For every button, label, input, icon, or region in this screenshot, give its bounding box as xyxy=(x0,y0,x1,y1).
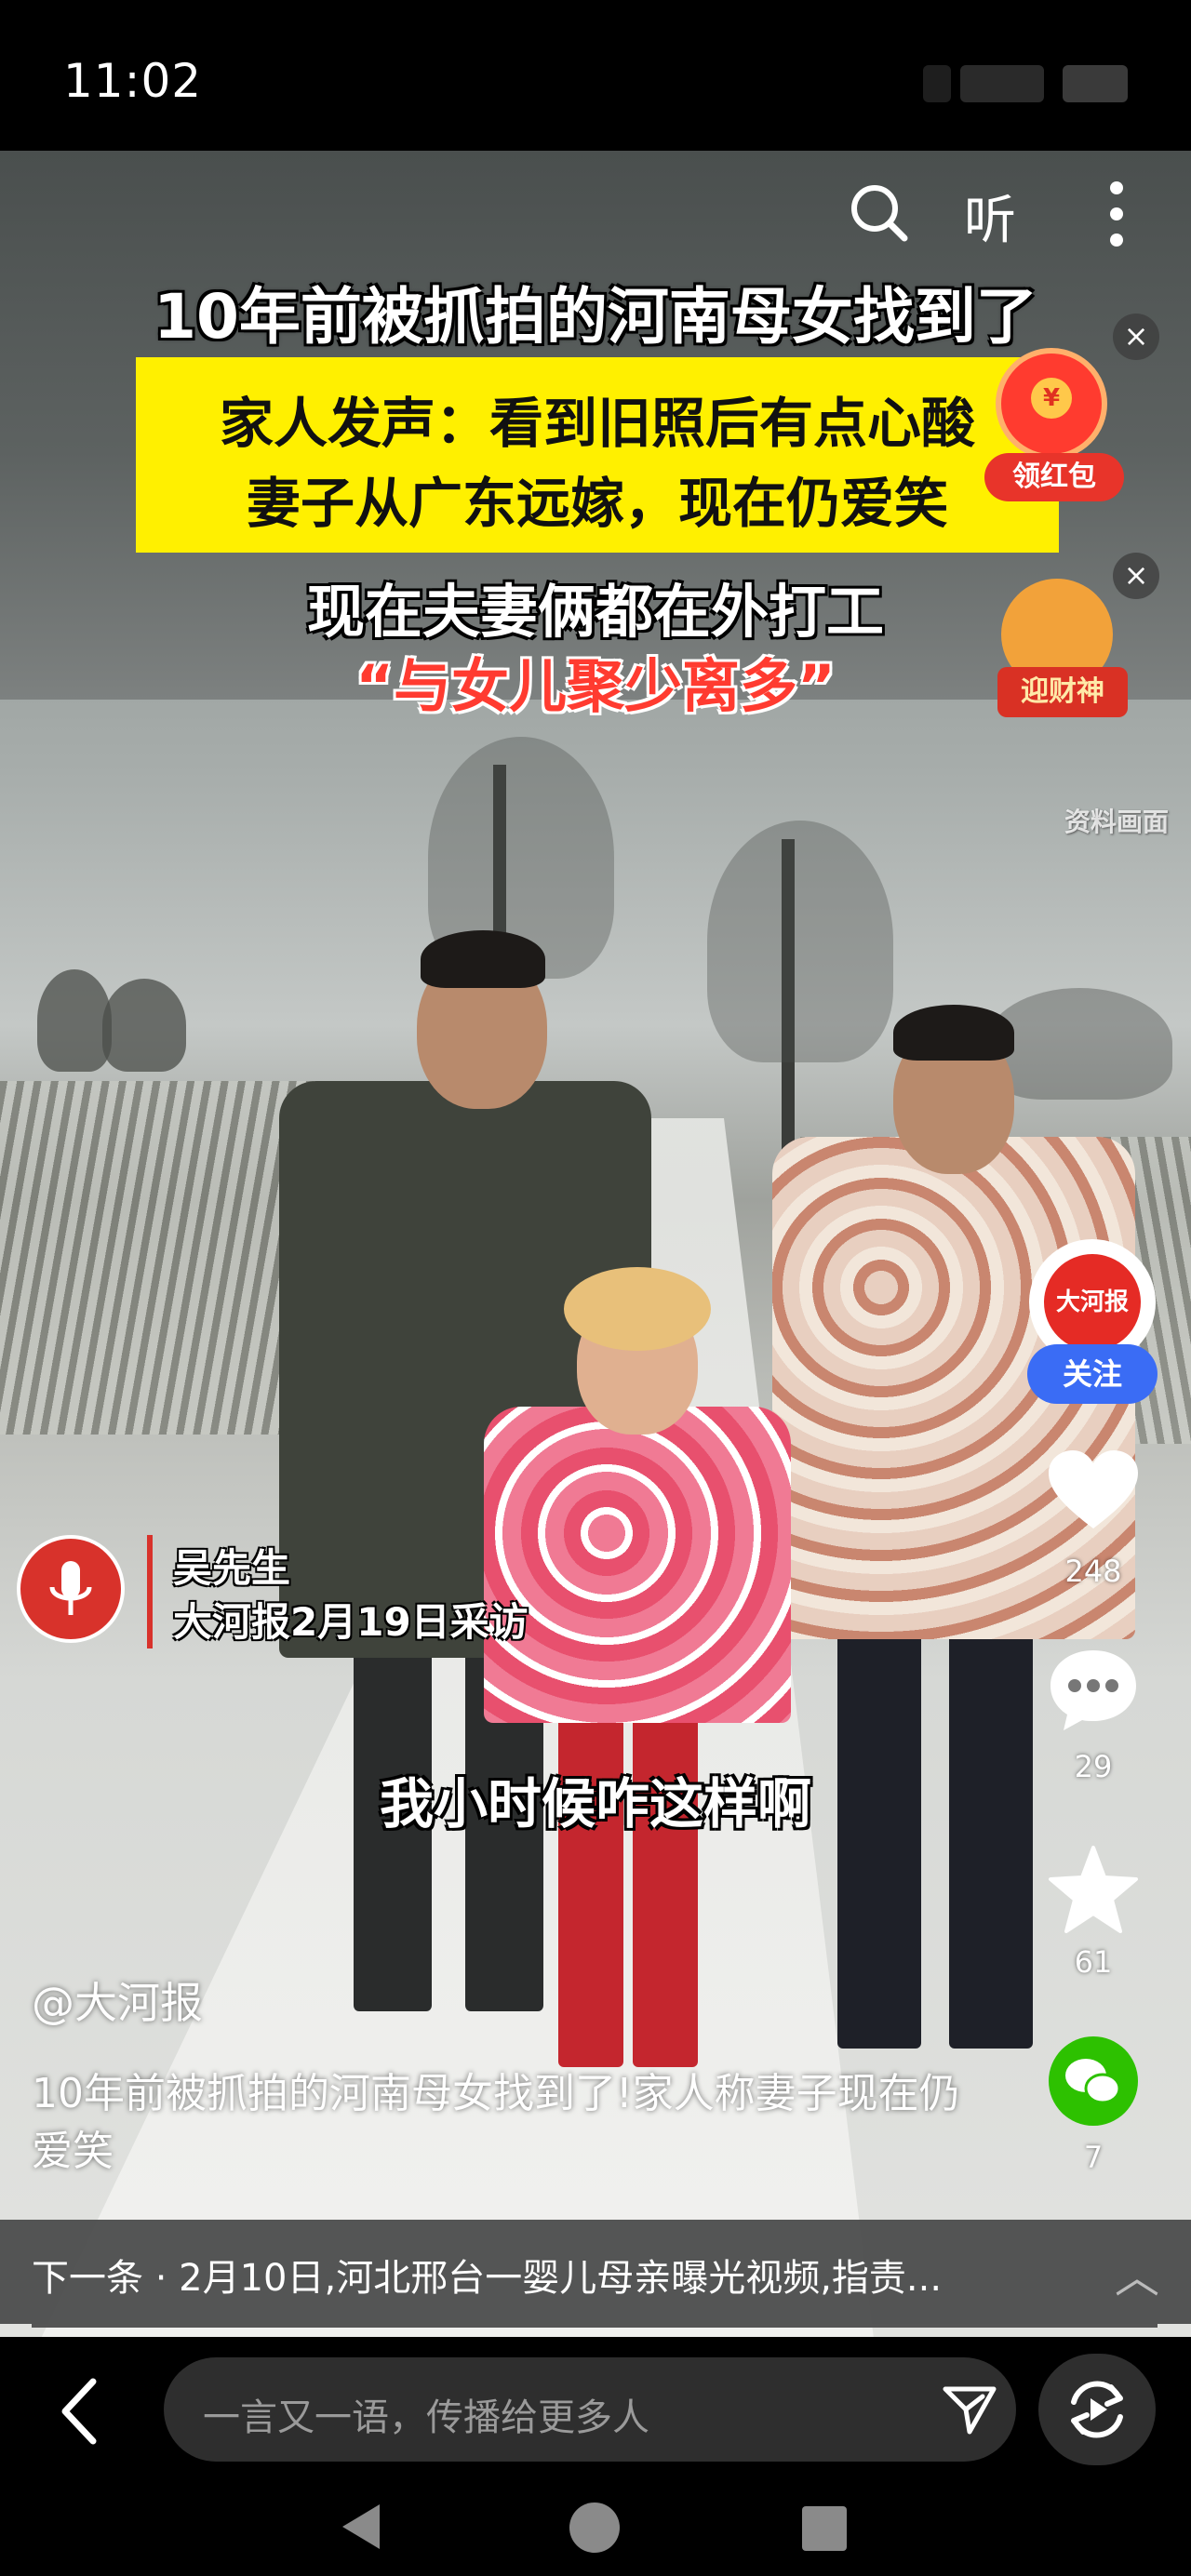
signal-icon xyxy=(923,65,951,102)
share-icon xyxy=(1071,2381,1123,2438)
nav-home-icon[interactable] xyxy=(569,2503,620,2553)
video-progress-bar[interactable] xyxy=(32,2324,1158,2328)
label-divider xyxy=(147,1535,153,1648)
comment-input[interactable]: 一言又一语，传播给更多人 xyxy=(164,2357,1016,2462)
watermark: 资料画面 xyxy=(1064,807,1169,837)
favorite-count: 61 xyxy=(1074,1944,1113,1980)
author-handle[interactable]: @大河报 xyxy=(32,1969,203,2031)
wechat-share-button[interactable] xyxy=(1042,2035,1144,2131)
battery-icon xyxy=(1063,65,1128,102)
share-button[interactable] xyxy=(1038,2354,1156,2465)
tree xyxy=(707,821,893,1062)
search-icon xyxy=(851,185,908,242)
nav-back-icon[interactable] xyxy=(342,2504,380,2549)
close-icon[interactable]: × xyxy=(1113,314,1159,360)
clock: 11:02 xyxy=(63,54,203,108)
system-icons xyxy=(923,65,1137,102)
wechat-icon xyxy=(1049,2036,1138,2126)
yellow-box-line-2: 妻子从广东远嫁，现在仍爱笑 xyxy=(246,472,948,535)
star-icon xyxy=(1049,1846,1138,1933)
yellow-box-line-1: 家人发声：看到旧照后有点心酸 xyxy=(219,392,975,455)
caishen-button[interactable]: 迎财神 xyxy=(997,667,1128,717)
next-video-title[interactable]: 下一条 · 2月10日,河北邢台一婴儿母亲曝光视频,指责... xyxy=(32,2248,942,2302)
video-subtitle: 我小时候咋这样啊 xyxy=(379,1772,811,1835)
avatar-logo: 大河报 xyxy=(1044,1254,1141,1351)
back-button[interactable] xyxy=(52,2374,108,2449)
favorite-button[interactable] xyxy=(1042,1844,1144,1937)
interview-source: 大河报2月19日采访 xyxy=(173,1599,529,1645)
red-packet-button[interactable]: 领红包 xyxy=(984,453,1124,501)
red-packet-icon[interactable]: ¥ xyxy=(996,348,1107,460)
share-count: 7 xyxy=(1083,2140,1104,2175)
follow-button[interactable]: 关注 xyxy=(1027,1344,1158,1404)
video-player[interactable]: 听 10年前被抓拍的河南母女找到了 家人发声：看到旧照后有点心酸 妻子从广东远嫁… xyxy=(0,151,1191,2337)
comment-button[interactable] xyxy=(1042,1647,1144,1736)
interviewee-name: 吴先生 xyxy=(173,1545,291,1591)
status-bar: 11:02 xyxy=(0,0,1191,151)
send-icon xyxy=(943,2386,997,2435)
comment-placeholder: 一言又一语，传播给更多人 xyxy=(203,2396,649,2439)
tree xyxy=(37,969,112,1072)
listen-button[interactable]: 听 xyxy=(964,179,1016,254)
tree xyxy=(102,979,186,1072)
tree xyxy=(986,988,1172,1100)
next-video-bar[interactable]: 下一条 · 2月10日,河北邢台一婴儿母亲曝光视频,指责... ︿ xyxy=(0,2220,1191,2324)
like-count: 248 xyxy=(1064,1554,1122,1589)
back-icon xyxy=(61,2378,97,2445)
more-icon xyxy=(1110,181,1123,247)
headline-yellow-box: 家人发声：看到旧照后有点心酸 妻子从广东远嫁，现在仍爱笑 xyxy=(136,357,1059,553)
chevron-up-icon[interactable]: ︿ xyxy=(1115,2240,1159,2305)
comment-icon xyxy=(1050,1650,1136,1730)
network-icon xyxy=(960,65,1044,102)
search-button[interactable] xyxy=(847,180,912,246)
like-button[interactable] xyxy=(1042,1448,1144,1536)
send-button[interactable] xyxy=(942,2383,997,2436)
heart-icon xyxy=(1049,1450,1138,1528)
mic-icon xyxy=(17,1535,125,1643)
nav-recents-icon[interactable] xyxy=(802,2506,847,2551)
close-icon[interactable]: × xyxy=(1113,553,1159,599)
video-headline: 10年前被抓拍的河南母女找到了 xyxy=(154,281,1037,353)
video-description[interactable]: 10年前被抓拍的河南母女找到了!家人称妻子现在仍爱笑 xyxy=(32,2065,990,2181)
more-button[interactable] xyxy=(1098,179,1135,249)
